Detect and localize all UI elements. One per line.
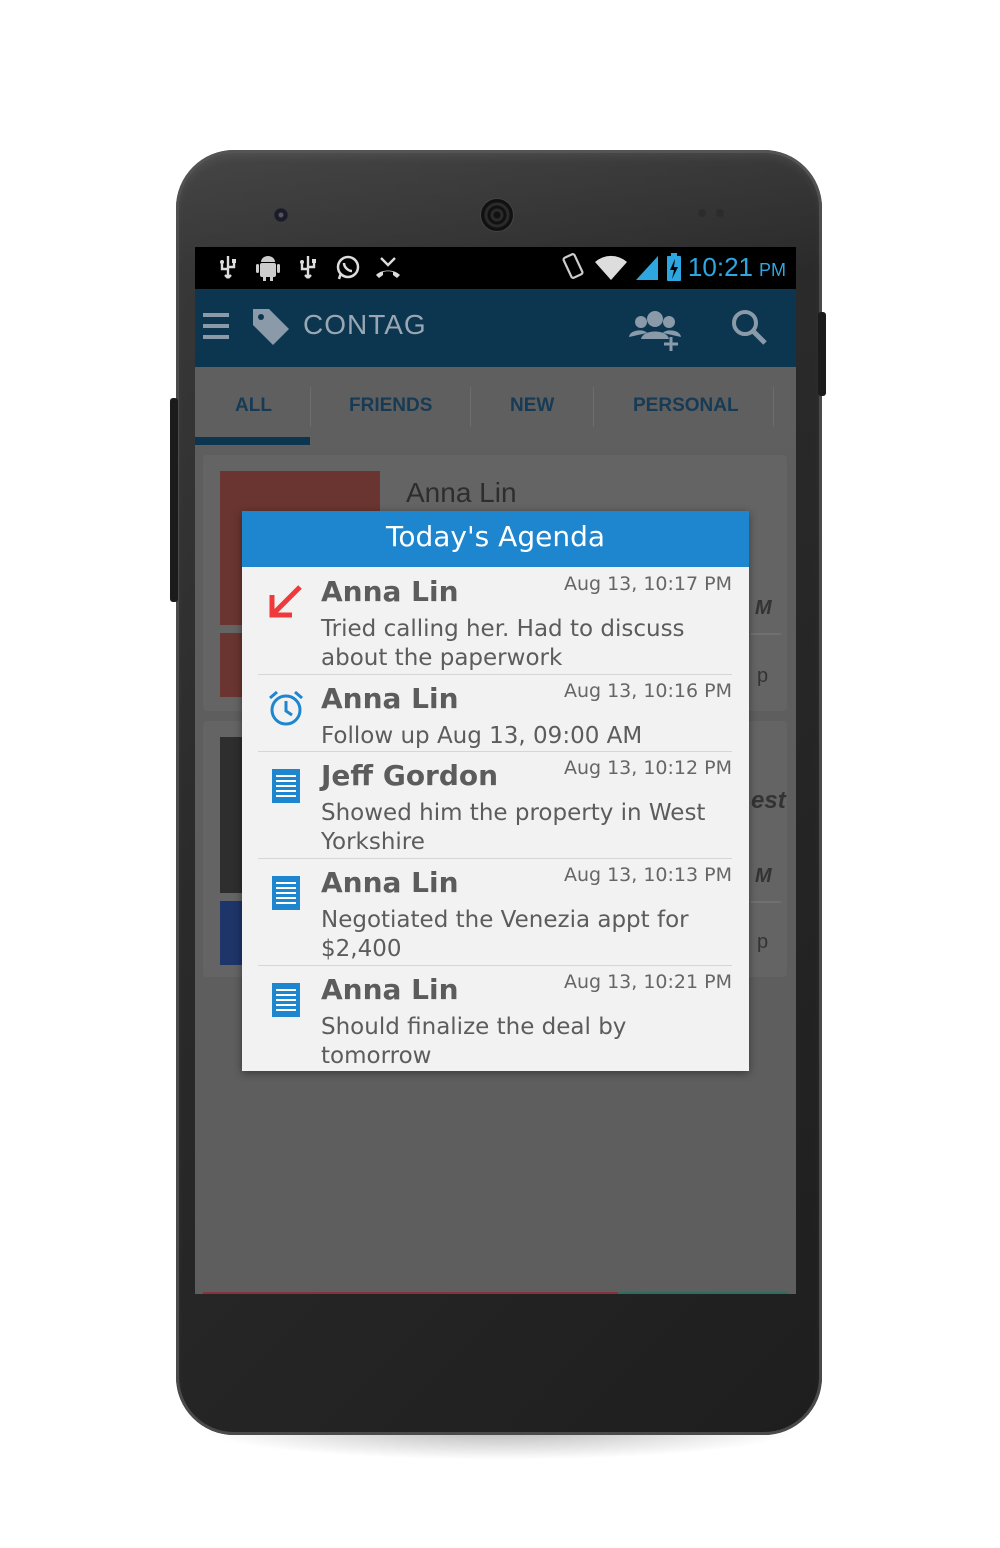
clock: 10:21 PM	[688, 252, 786, 283]
agenda-item-name: Anna Lin	[321, 682, 459, 715]
agenda-item-name: Jeff Gordon	[321, 759, 499, 792]
agenda-item-name: Anna Lin	[321, 866, 459, 899]
clock-ampm: PM	[759, 259, 786, 280]
wifi-icon	[594, 255, 627, 280]
volume-button	[170, 398, 178, 602]
power-button	[818, 312, 826, 396]
proximity-sensor	[698, 209, 706, 217]
light-sensor	[716, 209, 724, 217]
clock-time: 10:21	[687, 251, 753, 282]
missed-call-arrow-icon	[269, 585, 302, 618]
missed-call-icon	[376, 257, 400, 278]
vibrate-icon	[562, 253, 584, 279]
earpiece-speaker	[480, 198, 514, 232]
whatsapp-icon	[336, 255, 360, 280]
search-icon[interactable]	[729, 307, 769, 347]
agenda-item-text: Negotiated the Venezia appt for $2,400	[321, 907, 689, 962]
app-bar: CONTAG	[195, 289, 796, 367]
note-icon	[272, 769, 300, 803]
tag-logo-icon	[253, 309, 289, 345]
battery-icon	[666, 253, 681, 281]
status-right: 10:21 PM	[558, 251, 786, 283]
agenda-item-text: Showed him the property in West Yorkshir…	[321, 800, 706, 855]
agenda-item[interactable]: Jeff Gordon Aug 13, 10:12 PM Showed him …	[258, 755, 732, 857]
bottom-accent-line	[618, 1292, 788, 1294]
agenda-item-text: Should finalize the deal by tomorrow	[321, 1014, 627, 1069]
tab-new[interactable]: NEW	[510, 395, 554, 417]
add-contact-icon[interactable]	[629, 307, 681, 351]
menu-icon[interactable]	[203, 313, 229, 346]
signal-icon	[635, 256, 658, 280]
contact-name: Anna Lin	[406, 477, 517, 508]
card-text-fragment: p	[757, 931, 769, 953]
card-text-fragment: M	[755, 597, 772, 619]
card-text-fragment: p	[757, 665, 769, 687]
agenda-item-text: Tried calling her. Had to discuss about …	[321, 616, 685, 671]
note-icon	[272, 983, 300, 1017]
selected-tab-indicator	[195, 437, 310, 445]
agenda-item-time: Aug 13, 10:16 PM	[563, 680, 732, 702]
notification-icons	[213, 253, 403, 283]
card-text-fragment: M	[755, 865, 772, 887]
agenda-item[interactable]: Anna Lin Aug 13, 10:21 PM Should finaliz…	[258, 969, 732, 1071]
agenda-item[interactable]: Anna Lin Aug 13, 10:17 PM Tried calling …	[258, 571, 732, 673]
agenda-item[interactable]: Anna Lin Aug 13, 10:13 PM Negotiated the…	[258, 862, 732, 964]
status-bar: 10:21 PM	[195, 247, 796, 289]
dialog-title: Today's Agenda	[242, 511, 749, 567]
card-text-fragment: est	[751, 787, 786, 814]
usb-icon	[300, 256, 316, 279]
card-divider	[751, 633, 781, 635]
agenda-item-name: Anna Lin	[321, 575, 459, 608]
card-divider	[751, 901, 781, 903]
agenda-item-time: Aug 13, 10:12 PM	[563, 757, 732, 779]
agenda-item-text: Follow up Aug 13, 09:00 AM	[321, 723, 643, 749]
agenda-dialog: Today's Agenda Anna Lin Aug 13, 10:17 PM…	[242, 511, 749, 1071]
bottom-accent-line	[203, 1292, 618, 1294]
agenda-item-time: Aug 13, 10:13 PM	[563, 864, 732, 886]
tab-bar: ALL FRIENDS NEW PERSONAL	[195, 367, 796, 447]
tab-friends[interactable]: FRIENDS	[349, 395, 432, 417]
front-camera	[274, 208, 288, 222]
note-icon	[272, 876, 300, 910]
agenda-item-time: Aug 13, 10:21 PM	[563, 971, 732, 993]
tab-all[interactable]: ALL	[235, 395, 272, 417]
alarm-clock-icon	[269, 690, 303, 726]
tab-personal[interactable]: PERSONAL	[633, 395, 739, 417]
agenda-item-time: Aug 13, 10:17 PM	[563, 573, 732, 595]
usb-icon	[220, 256, 236, 279]
agenda-item-name: Anna Lin	[321, 973, 459, 1006]
android-debug-icon	[256, 256, 280, 281]
agenda-item[interactable]: Anna Lin Aug 13, 10:16 PM Follow up Aug …	[258, 678, 732, 750]
app-title: CONTAG	[303, 309, 427, 340]
